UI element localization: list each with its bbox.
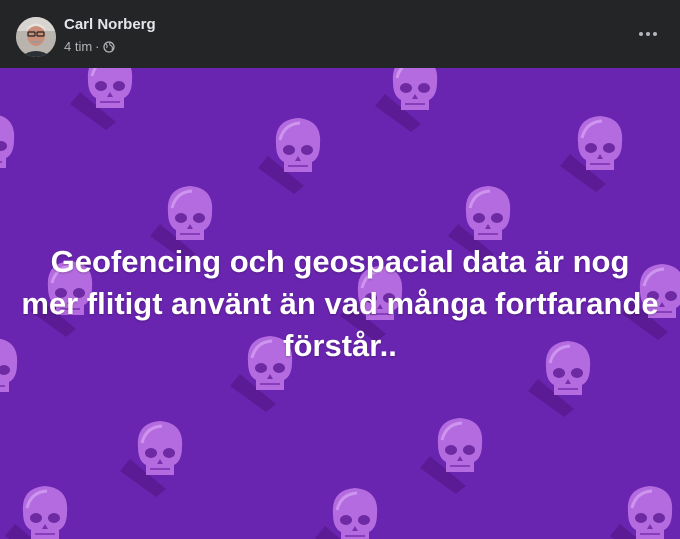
- post-card: Carl Norberg 4 tim · Geofencing och geos…: [0, 0, 680, 539]
- post-text: Geofencing och geospacial data är nog me…: [21, 244, 659, 363]
- post-meta: 4 tim ·: [64, 39, 115, 54]
- post-timestamp[interactable]: 4 tim: [64, 39, 92, 54]
- post-image[interactable]: Geofencing och geospacial data är nog me…: [0, 68, 680, 539]
- post-header: Carl Norberg 4 tim ·: [0, 0, 680, 68]
- more-options-icon[interactable]: [636, 24, 660, 44]
- author-name[interactable]: Carl Norberg: [64, 16, 156, 33]
- globe-icon[interactable]: [102, 40, 115, 53]
- meta-separator: ·: [95, 39, 100, 54]
- avatar-photo-icon: [16, 17, 56, 57]
- author-avatar[interactable]: [16, 17, 56, 57]
